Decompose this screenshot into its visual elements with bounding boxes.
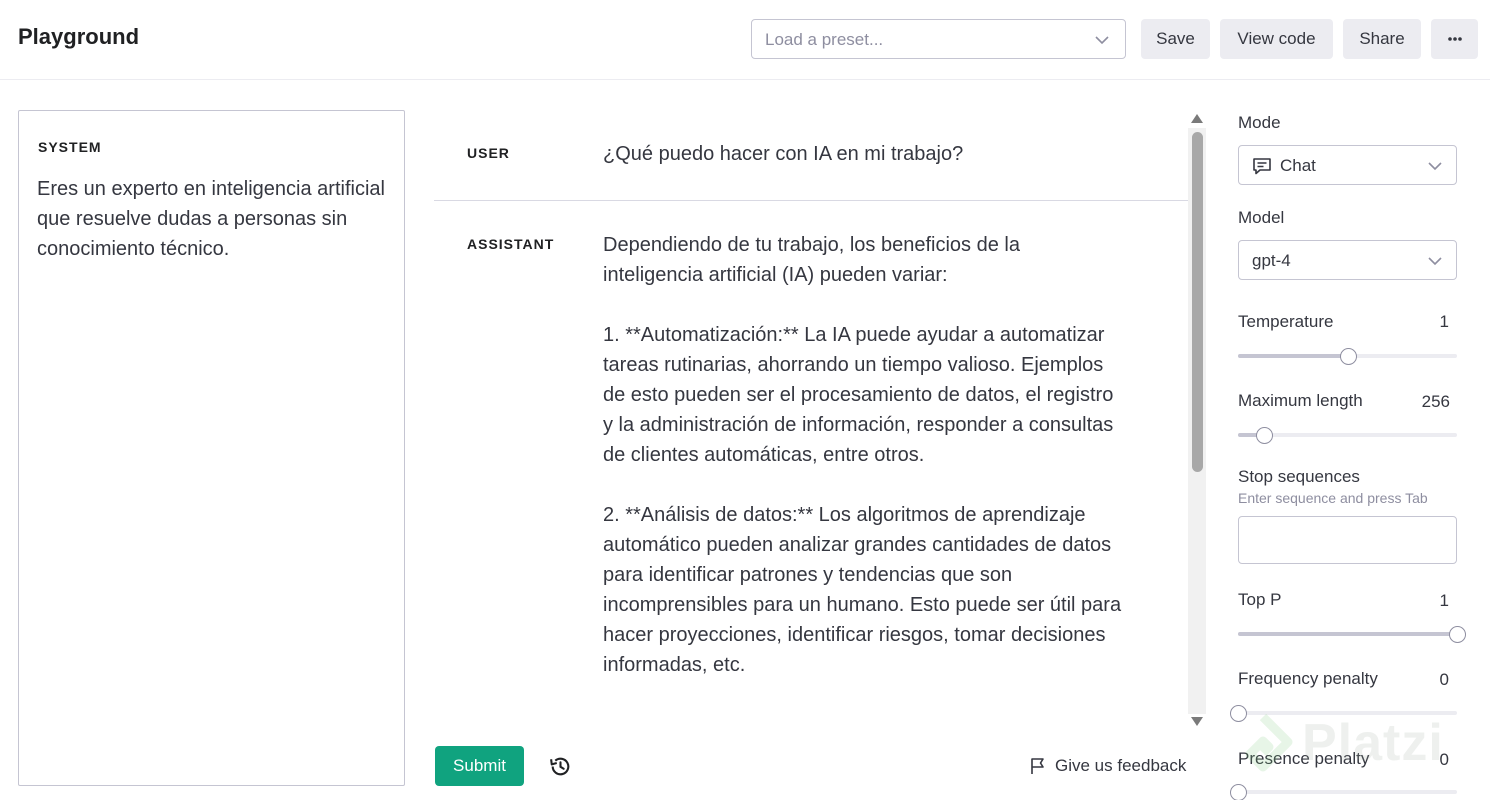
model-select[interactable]: gpt-4 [1238,240,1457,280]
platzi-watermark: Platzi [1302,714,1444,772]
feedback-label: Give us feedback [1055,756,1187,775]
slider-handle[interactable] [1230,784,1247,800]
assistant-role-label[interactable]: ASSISTANT [467,236,554,252]
share-button[interactable]: Share [1343,19,1421,59]
scrollbar-thumb[interactable] [1192,132,1203,472]
frequency-penalty-label: Frequency penalty [1238,669,1378,688]
page-title: Playground [18,24,140,49]
scroll-down-arrow-icon[interactable] [1191,717,1203,726]
chevron-down-icon [1428,162,1442,171]
top-p-value[interactable]: 1 [1400,591,1449,611]
chevron-down-icon [1428,257,1442,266]
temperature-slider[interactable] [1238,346,1457,366]
slider-handle[interactable] [1256,427,1273,444]
stop-sequences-label: Stop sequences [1238,467,1360,486]
model-value: gpt-4 [1252,251,1291,270]
chat-icon [1253,158,1271,175]
slider-handle[interactable] [1340,348,1357,365]
feedback-link[interactable]: Give us feedback [1030,754,1186,778]
view-code-button[interactable]: View code [1220,19,1333,59]
stop-sequences-hint: Enter sequence and press Tab [1238,490,1428,506]
top-p-slider[interactable] [1238,624,1466,644]
ellipsis-icon [1447,37,1462,41]
max-length-label: Maximum length [1238,391,1363,410]
header-bar: Playground Load a preset... Save View co… [0,0,1490,80]
frequency-penalty-value[interactable]: 0 [1400,670,1449,690]
message-divider [434,200,1188,201]
model-label: Model [1238,208,1285,227]
submit-button[interactable]: Submit [435,746,524,786]
temperature-value[interactable]: 1 [1400,312,1449,332]
mode-value: Chat [1280,156,1316,175]
history-icon[interactable] [548,754,573,779]
assistant-message[interactable]: Dependiendo de tu trabajo, los beneficio… [603,230,1123,680]
mode-select[interactable]: Chat [1238,145,1457,185]
system-message-input[interactable]: Eres un experto en inteligencia artifici… [37,174,387,264]
flag-icon [1031,758,1044,774]
system-label: SYSTEM [38,139,102,155]
save-button[interactable]: Save [1141,19,1210,59]
presence-penalty-slider[interactable] [1230,782,1457,800]
slider-handle[interactable] [1449,626,1466,643]
preset-select[interactable]: Load a preset... [751,19,1126,59]
conversation-panel: USER ¿Qué puedo hacer con IA en mi traba… [434,110,1188,730]
max-length-value[interactable]: 256 [1400,392,1450,412]
system-panel[interactable]: SYSTEM Eres un experto en inteligencia a… [18,110,405,786]
top-p-label: Top P [1238,590,1282,609]
scroll-up-arrow-icon[interactable] [1191,114,1203,123]
temperature-label: Temperature [1238,312,1334,331]
preset-placeholder: Load a preset... [765,30,884,49]
user-role-label[interactable]: USER [467,145,510,161]
more-options-button[interactable] [1431,19,1478,59]
stop-sequences-input[interactable] [1238,516,1457,564]
chevron-down-icon [1095,36,1109,45]
mode-label: Mode [1238,113,1281,132]
user-message[interactable]: ¿Qué puedo hacer con IA en mi trabajo? [603,139,1123,169]
platzi-logo-icon [1245,713,1293,772]
max-length-slider[interactable] [1238,425,1457,445]
